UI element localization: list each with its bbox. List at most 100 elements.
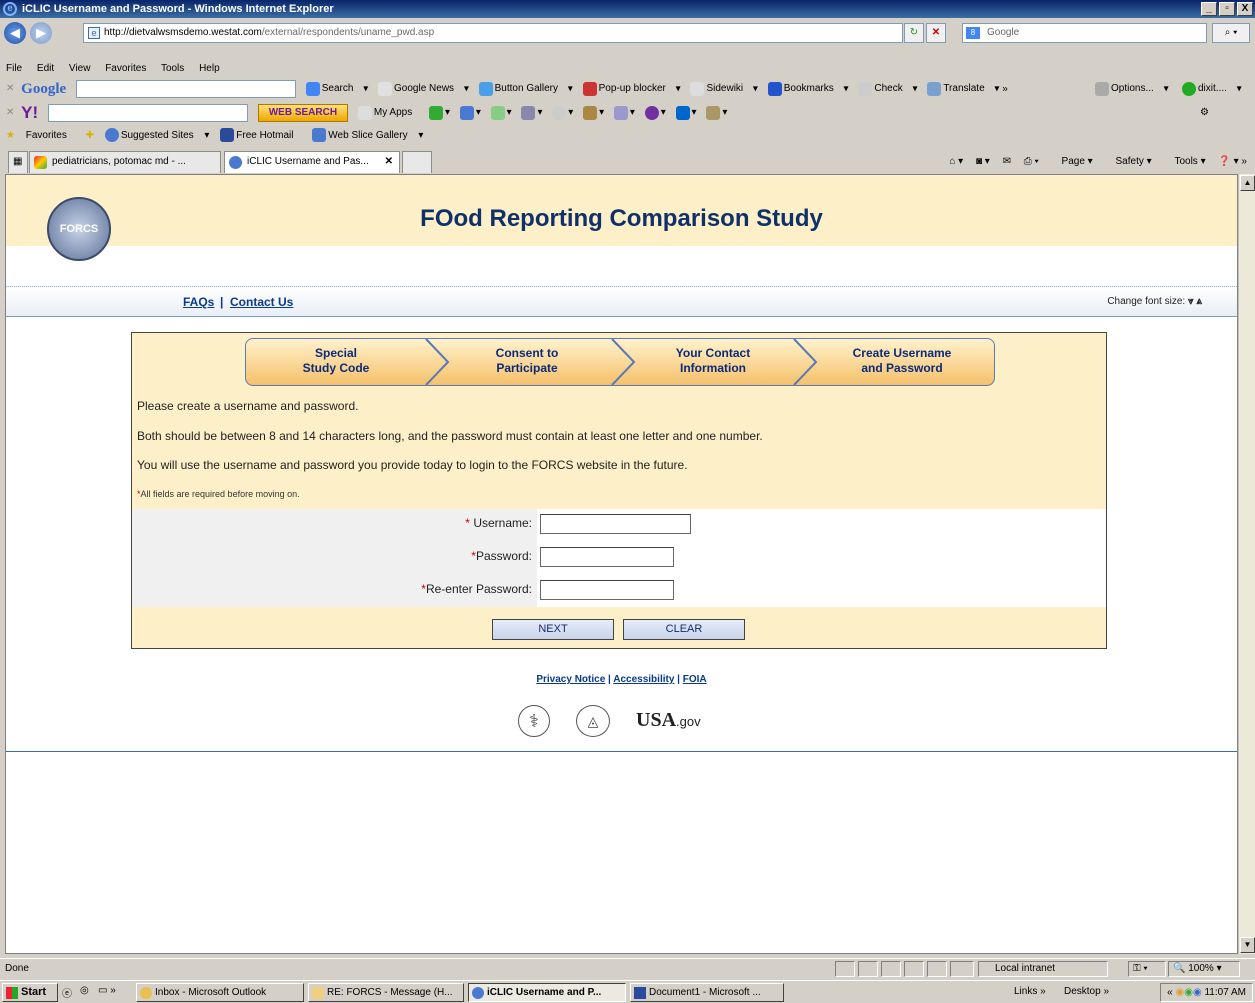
options-button[interactable]: Options... ▾ xyxy=(1095,77,1169,101)
hhs-logo-icon[interactable]: ⚕ xyxy=(518,705,550,737)
favorites-button[interactable]: ★ Favorites xyxy=(6,130,75,141)
taskbar-item-iclic[interactable]: iCLIC Username and P... xyxy=(468,983,626,1002)
links-toolbar[interactable]: Links » xyxy=(1014,986,1046,997)
accessibility-link[interactable]: Accessibility xyxy=(613,674,674,685)
help-icon[interactable]: ❓ ▾ » xyxy=(1218,156,1247,167)
address-bar[interactable]: e http://dietvalwsmsdemo.westat.com/exte… xyxy=(83,23,903,43)
foia-link[interactable]: FOIA xyxy=(683,674,707,685)
messenger-icon[interactable]: ▾ xyxy=(552,101,573,124)
windows-logo-icon xyxy=(6,987,18,999)
reenter-password-field[interactable] xyxy=(540,580,674,600)
add-favorite-icon[interactable]: ✚ xyxy=(86,130,94,141)
web-search-button[interactable]: WEB SEARCH xyxy=(257,104,349,123)
back-icon[interactable]: ◀ xyxy=(4,22,26,44)
menu-favorites[interactable]: Favorites xyxy=(105,63,146,74)
search-go-icon[interactable]: ⌕ ▾ xyxy=(1212,23,1250,43)
account-button[interactable]: dixit.... ▾ xyxy=(1182,77,1242,101)
yahoo-search-input[interactable] xyxy=(47,104,248,123)
quick-launch-outlook-icon[interactable]: ◎ xyxy=(80,985,89,996)
clear-button[interactable]: CLEAR xyxy=(623,619,745,640)
privacy-notice-link[interactable]: Privacy Notice xyxy=(536,674,605,685)
password-field[interactable] xyxy=(540,547,674,567)
myyahoo-icon[interactable]: ▾ xyxy=(644,101,666,124)
button-gallery-button[interactable]: Button Gallery ▾ xyxy=(478,77,573,101)
close-tab-icon[interactable]: ✕ xyxy=(385,152,393,172)
google-toolbar-search-input[interactable] xyxy=(75,80,296,99)
vertical-scrollbar[interactable]: ▲ ▼ xyxy=(1238,174,1255,954)
bookmarks-button[interactable]: Bookmarks ▾ xyxy=(767,77,849,101)
faqs-link[interactable]: FAQs xyxy=(183,295,214,309)
my-apps-button[interactable]: My Apps xyxy=(357,101,419,124)
tab-pediatricians[interactable]: pediatricians, potomac md - ... xyxy=(29,151,221,173)
taskbar-item-document[interactable]: Document1 - Microsoft ... xyxy=(630,983,784,1002)
stop-icon[interactable]: ✕ xyxy=(926,23,946,43)
free-hotmail-link[interactable]: Free Hotmail xyxy=(220,128,301,143)
new-tab-button[interactable] xyxy=(402,151,432,173)
flickr-icon[interactable]: ▾ xyxy=(675,101,697,124)
desktop-toolbar[interactable]: Desktop » xyxy=(1064,986,1109,997)
tools-menu[interactable]: Tools ▾ xyxy=(1164,156,1205,167)
start-button[interactable]: Start xyxy=(2,983,58,1002)
username-field[interactable] xyxy=(540,514,691,534)
close-window-button[interactable]: X xyxy=(1237,2,1253,16)
sidewiki-button[interactable]: Sidewiki ▾ xyxy=(690,77,758,101)
google-news-button[interactable]: Google News ▾ xyxy=(378,77,469,101)
instructions-band: Special Study Code Consent to Participate … xyxy=(132,333,1106,509)
next-button[interactable]: NEXT xyxy=(492,619,614,640)
spell-check-button[interactable]: Check ▾ xyxy=(858,77,918,101)
scroll-up-icon[interactable]: ▲ xyxy=(1240,175,1255,191)
forward-icon[interactable]: ▶ xyxy=(30,22,52,44)
close-yahoo-toolbar-icon[interactable]: ✕ xyxy=(6,101,14,124)
google-search-button[interactable]: Search ▾ xyxy=(305,77,368,101)
web-slice-gallery-link[interactable]: Web Slice Gallery ▾ xyxy=(312,128,423,143)
yahoo-app-icon[interactable]: ▾ xyxy=(429,101,450,124)
settings-gear-icon[interactable]: ⚙ xyxy=(1200,101,1209,124)
quick-tabs-icon[interactable]: ▦ xyxy=(8,151,28,173)
tray-icon[interactable]: ◉ xyxy=(1193,987,1202,998)
tray-icon[interactable]: ◉ xyxy=(1176,987,1185,998)
quick-launch-ie-icon[interactable]: ⓔ xyxy=(62,985,72,1000)
page-menu[interactable]: Page ▾ xyxy=(1052,156,1093,167)
protected-mode-icon[interactable]: ⚿ ▾ xyxy=(1128,961,1166,977)
close-toolbar-icon[interactable]: ✕ xyxy=(6,77,14,101)
translate-button[interactable]: Translate ▾ » xyxy=(927,77,1008,101)
clock[interactable]: 11:07 AM xyxy=(1204,987,1246,998)
nih-logo-icon[interactable]: ◬ xyxy=(576,705,610,737)
popup-blocker-button[interactable]: Pop-up blocker ▾ xyxy=(582,77,681,101)
minimize-button[interactable]: _ xyxy=(1201,2,1217,16)
taskbar-item-message[interactable]: RE: FORCS - Message (H... xyxy=(308,983,464,1002)
increase-font-icon[interactable]: ⩓ xyxy=(1196,296,1202,307)
tab-iclic[interactable]: iCLIC Username and Pas... ✕ xyxy=(224,151,400,173)
decrease-font-icon[interactable]: ⩔ xyxy=(1188,296,1194,307)
usa-gov-logo[interactable]: USA.gov xyxy=(636,709,701,732)
feeds-icon[interactable]: ◙ ▾ xyxy=(976,156,990,167)
print-icon[interactable]: ⎙ ▾ xyxy=(1024,156,1039,167)
tray-icon[interactable]: ◉ xyxy=(1184,987,1193,998)
menu-tools[interactable]: Tools xyxy=(161,63,184,74)
safety-menu[interactable]: Safety ▾ xyxy=(1106,156,1152,167)
bookmark-icon[interactable]: ▾ xyxy=(490,101,512,124)
credentials-form: * Username: *Password: *Re-enter Passwor… xyxy=(132,509,1106,607)
maps-icon[interactable]: ▾ xyxy=(706,101,727,124)
suggested-sites-link[interactable]: Suggested Sites ▾ xyxy=(104,128,209,143)
quick-launch-folder-icon[interactable]: ▭ » xyxy=(98,985,116,996)
mail-icon[interactable]: ▾ xyxy=(459,101,481,124)
maximize-button[interactable]: ▫ xyxy=(1219,2,1235,16)
zoom-level[interactable]: 🔍 100% ▾ xyxy=(1168,961,1240,977)
contact-us-link[interactable]: Contact Us xyxy=(230,295,293,309)
news-icon[interactable]: ▾ xyxy=(521,101,542,124)
taskbar-item-outlook[interactable]: Inbox - Microsoft Outlook xyxy=(136,983,304,1002)
refresh-icon[interactable]: ↻ xyxy=(904,23,924,43)
window-title-bar[interactable]: e iCLIC Username and Password - Windows … xyxy=(0,0,1255,18)
button-band: NEXT CLEAR xyxy=(132,607,1106,648)
search-box[interactable]: 8 Google xyxy=(962,23,1207,43)
home-icon[interactable]: ⌂ ▾ xyxy=(949,156,963,167)
read-mail-icon[interactable]: ✉ xyxy=(1003,156,1011,167)
menu-view[interactable]: View xyxy=(69,63,91,74)
menu-help[interactable]: Help xyxy=(199,63,220,74)
scroll-down-icon[interactable]: ▼ xyxy=(1240,937,1255,953)
answers-icon[interactable]: ▾ xyxy=(613,101,635,124)
menu-file[interactable]: File xyxy=(6,63,22,74)
menu-edit[interactable]: Edit xyxy=(37,63,54,74)
games-icon[interactable]: ▾ xyxy=(583,101,604,124)
